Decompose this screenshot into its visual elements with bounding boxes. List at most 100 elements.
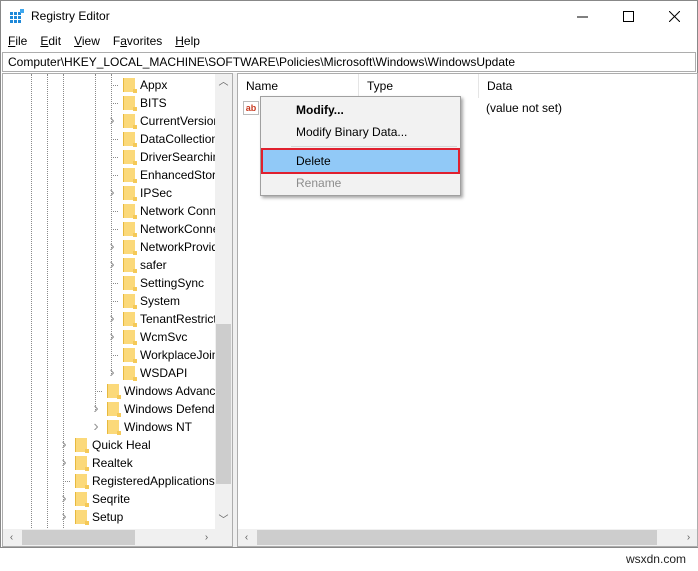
tree-horizontal-scrollbar[interactable]: ‹ › [3, 529, 215, 546]
folder-icon [121, 239, 137, 255]
column-header-name[interactable]: Name [238, 74, 359, 98]
tree-connector [111, 157, 118, 158]
list-scroll-left-icon[interactable]: ‹ [238, 529, 255, 546]
tree-node-label: WSDAPI [140, 366, 188, 380]
tree-node[interactable]: safer [121, 256, 167, 274]
menu-file[interactable]: File [1, 32, 33, 52]
expand-chevron-icon[interactable]: › [107, 328, 117, 346]
folder-icon [121, 329, 137, 345]
folder-icon [73, 491, 89, 507]
close-button[interactable] [651, 1, 697, 31]
folder-icon [73, 509, 89, 525]
tree-vscroll-thumb[interactable] [216, 324, 231, 484]
list-scroll-right-icon[interactable]: › [680, 529, 697, 546]
folder-icon [121, 257, 137, 273]
tree-connector [111, 283, 118, 284]
tree-node-label: System [140, 294, 181, 308]
context-menu-item-modify-binary-data[interactable]: Modify Binary Data... [263, 121, 458, 143]
tree-node[interactable]: Setup [73, 508, 123, 526]
tree-node[interactable]: Appx [121, 76, 167, 94]
folder-icon [73, 437, 89, 453]
column-header-type[interactable]: Type [359, 74, 479, 98]
expand-chevron-icon[interactable]: › [107, 256, 117, 274]
folder-icon [105, 383, 121, 399]
scroll-up-icon[interactable]: ︿ [215, 74, 232, 91]
tree-node[interactable]: DriverSearching [121, 148, 226, 166]
address-bar[interactable]: Computer\HKEY_LOCAL_MACHINE\SOFTWARE\Pol… [2, 52, 696, 72]
menu-view[interactable]: View [67, 32, 106, 52]
tree-node[interactable]: SettingSync [121, 274, 204, 292]
folder-icon [121, 347, 137, 363]
minimize-button[interactable] [559, 1, 605, 31]
tree-node[interactable]: RegisteredApplications [73, 472, 215, 490]
expand-chevron-icon[interactable]: › [107, 238, 117, 256]
tree-node[interactable]: IPSec [121, 184, 172, 202]
tree-node[interactable]: WcmSvc [121, 328, 187, 346]
folder-icon [121, 311, 137, 327]
context-menu-item-delete[interactable]: Delete [261, 148, 460, 174]
menu-edit[interactable]: Edit [33, 32, 67, 52]
tree-node[interactable]: Quick Heal [73, 436, 151, 454]
registry-tree[interactable]: Appx BITS CurrentVersion › DataCollection Dri… [2, 73, 233, 547]
folder-icon [121, 365, 137, 381]
tree-node-label: Windows NT [124, 420, 193, 434]
tree-connector [111, 211, 118, 212]
expand-chevron-icon[interactable]: › [107, 112, 117, 130]
title-bar[interactable]: Registry Editor [1, 1, 697, 31]
tree-node[interactable]: System [121, 292, 180, 310]
tree-node[interactable]: Seqrite [73, 490, 130, 508]
expand-chevron-icon[interactable]: › [107, 184, 117, 202]
tree-node[interactable]: CurrentVersion [121, 112, 220, 130]
list-hscroll-thumb[interactable] [257, 530, 657, 545]
expand-chevron-icon[interactable]: › [107, 310, 117, 328]
tree-hscroll-thumb[interactable] [22, 530, 135, 545]
tree-node-label: RegisteredApplications [92, 474, 215, 488]
tree-node[interactable]: Windows Defender [105, 400, 225, 418]
tree-node[interactable]: BITS [121, 94, 167, 112]
tree-guide-line [63, 74, 64, 546]
tree-node[interactable]: NetworkProvider [121, 238, 229, 256]
folder-icon [121, 275, 137, 291]
folder-icon [121, 95, 137, 111]
tree-node[interactable]: DataCollection [121, 130, 218, 148]
close-icon [668, 10, 680, 22]
expand-chevron-icon[interactable]: › [107, 364, 117, 382]
menu-help[interactable]: Help [168, 32, 206, 52]
registry-editor-window: Registry Editor File Edit View Favorites Hel… [0, 0, 698, 548]
expand-chevron-icon[interactable]: › [59, 490, 69, 508]
tree-vertical-scrollbar[interactable]: ︿ ﹀ [215, 74, 232, 530]
tree-node[interactable]: WorkplaceJoin [121, 346, 218, 364]
expand-chevron-icon[interactable]: › [59, 436, 69, 454]
scroll-down-icon[interactable]: ﹀ [215, 512, 232, 529]
tree-node[interactable]: Windows NT [105, 418, 192, 436]
column-header-data[interactable]: Data [479, 74, 697, 98]
maximize-button[interactable] [605, 1, 651, 31]
tree-node-label: Seqrite [92, 492, 131, 506]
context-menu-item-modify[interactable]: Modify... [263, 99, 458, 121]
context-menu-separator [291, 146, 457, 147]
scroll-left-icon[interactable]: ‹ [3, 529, 20, 546]
expand-chevron-icon[interactable]: › [59, 508, 69, 526]
expand-chevron-icon[interactable]: › [59, 454, 69, 472]
tree-guide-line [31, 74, 32, 546]
folder-icon [121, 77, 137, 93]
tree-connector [111, 175, 118, 176]
scroll-right-icon[interactable]: › [198, 529, 215, 546]
tree-node-label: Appx [140, 78, 168, 92]
tree-node[interactable]: Realtek [73, 454, 133, 472]
tree-node[interactable]: WSDAPI [121, 364, 187, 382]
scroll-corner [215, 529, 232, 546]
menu-favorites[interactable]: Favorites [106, 32, 168, 52]
tree-node-label: DataCollection [140, 132, 219, 146]
expand-chevron-icon[interactable]: › [91, 418, 101, 436]
context-menu-item-rename[interactable]: Rename [263, 172, 458, 194]
tree-node[interactable]: Windows Advanced Threat Protection [105, 382, 232, 400]
tree-node-label: Quick Heal [92, 438, 151, 452]
expand-chevron-icon[interactable]: › [91, 400, 101, 418]
maximize-icon [622, 10, 634, 22]
folder-icon [73, 473, 89, 489]
tree-node-label: WcmSvc [140, 330, 188, 344]
folder-icon [121, 131, 137, 147]
folder-icon [121, 203, 137, 219]
list-horizontal-scrollbar[interactable]: ‹ › [238, 529, 697, 546]
